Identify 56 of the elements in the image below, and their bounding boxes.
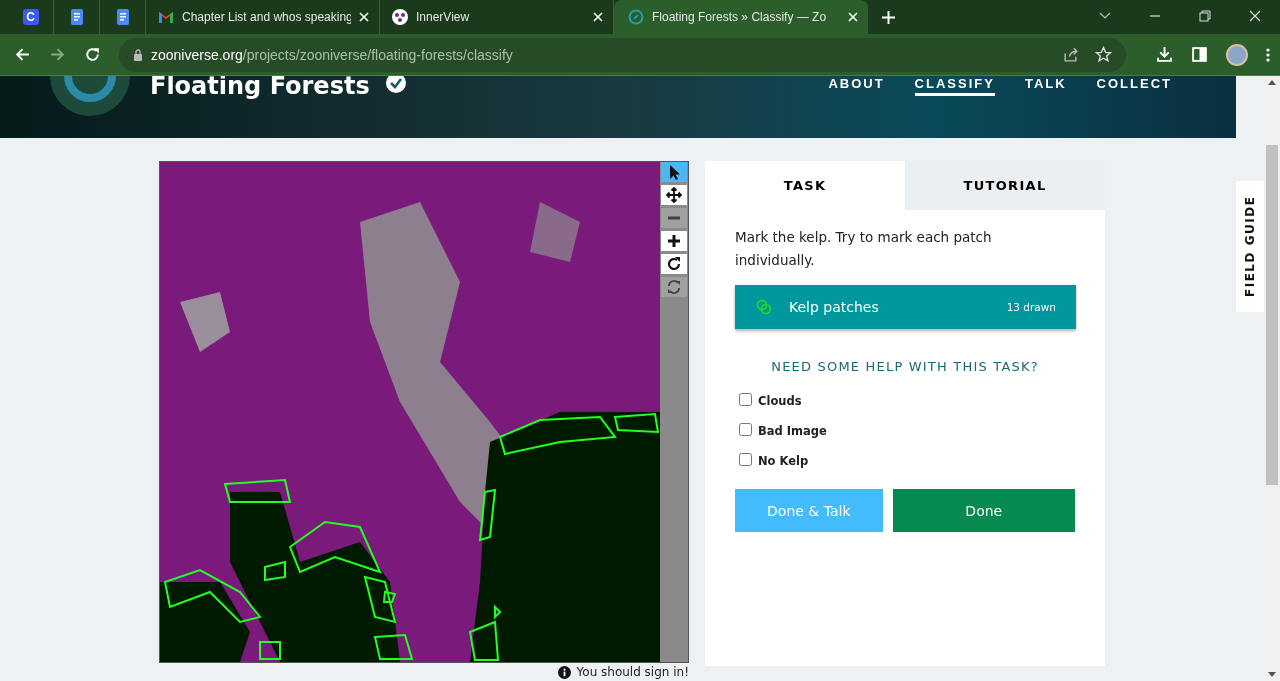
checkbox-label: No Kelp	[758, 454, 809, 468]
field-guide-tab[interactable]: FIELD GUIDE	[1236, 181, 1264, 312]
reset-icon	[666, 279, 682, 295]
checkbox[interactable]	[739, 392, 752, 406]
help-heading: NEED SOME HELP WITH THIS TASK?	[770, 359, 1040, 374]
image-tool-button[interactable]	[661, 162, 687, 182]
nav-link[interactable]: ABOUT	[828, 76, 885, 96]
image-tool-button[interactable]	[661, 254, 687, 274]
zoom-in-icon	[666, 233, 682, 249]
project-title: Floating Forests	[150, 76, 370, 100]
lock-icon	[133, 48, 143, 61]
drawing-tool-button[interactable]: Kelp patches 13 drawn	[735, 285, 1076, 329]
scrollbar-thumb[interactable]	[1266, 145, 1278, 485]
forward-arrow-icon[interactable]	[49, 46, 66, 63]
url-path: /projects/zooniverse/floating-forests/classify	[242, 46, 513, 63]
url-host: zooniverse.org	[151, 46, 243, 63]
satellite-image-drawing[interactable]	[160, 162, 660, 662]
network-icon	[392, 9, 408, 25]
task-instruction: Mark the kelp. Try to mark each patch individually.	[735, 228, 993, 270]
back-arrow-icon[interactable]	[14, 46, 31, 63]
side-panel-icon[interactable]	[1191, 46, 1208, 63]
move-arrows-icon	[666, 187, 682, 203]
checkbox-label: Bad Image	[758, 424, 827, 438]
checkbox[interactable]	[739, 422, 752, 436]
doc-icon	[114, 9, 131, 25]
panel-tab[interactable]: TUTORIAL	[905, 161, 1105, 210]
scroll-down-arrow-icon[interactable]	[1268, 672, 1276, 677]
checkbox[interactable]	[739, 452, 752, 466]
avatar[interactable]	[1226, 43, 1248, 66]
share-icon[interactable]	[1062, 46, 1079, 63]
restore-icon[interactable]	[1199, 10, 1211, 22]
done-button[interactable]: Done	[892, 489, 1075, 532]
drawn-count: 13 drawn	[1006, 301, 1056, 313]
star-icon[interactable]	[1095, 46, 1112, 63]
more-menu-icon[interactable]	[1266, 46, 1270, 63]
address-bar[interactable]: zooniverse.org/projects/zooniverse/floating-forests/classify	[119, 37, 1126, 72]
rotate-icon	[666, 256, 682, 272]
nav-link[interactable]: CLASSIFY	[914, 76, 995, 96]
image-tool-button[interactable]	[661, 231, 687, 251]
sign-in-notice: You should sign in!	[576, 665, 689, 679]
nav-link[interactable]: TALK	[1024, 76, 1067, 96]
mail-icon	[158, 9, 174, 25]
new-tab-plus-icon[interactable]	[882, 11, 895, 24]
checkbox-label: Clouds	[758, 394, 802, 408]
doc-icon	[68, 9, 85, 25]
info-icon	[557, 665, 571, 679]
verified-check-icon	[385, 76, 406, 93]
scroll-up-arrow-icon[interactable]	[1268, 80, 1276, 85]
outline-shapes-icon	[755, 299, 773, 315]
browser-tab[interactable]: Floating Forests » Classify — Zo	[614, 0, 868, 34]
image-tool-button[interactable]	[661, 185, 687, 205]
compass-icon	[628, 9, 644, 25]
nav-link[interactable]: COLLECT	[1096, 76, 1172, 96]
close-icon[interactable]	[1249, 10, 1261, 22]
reload-icon[interactable]	[84, 46, 101, 63]
download-icon[interactable]	[1156, 46, 1173, 63]
